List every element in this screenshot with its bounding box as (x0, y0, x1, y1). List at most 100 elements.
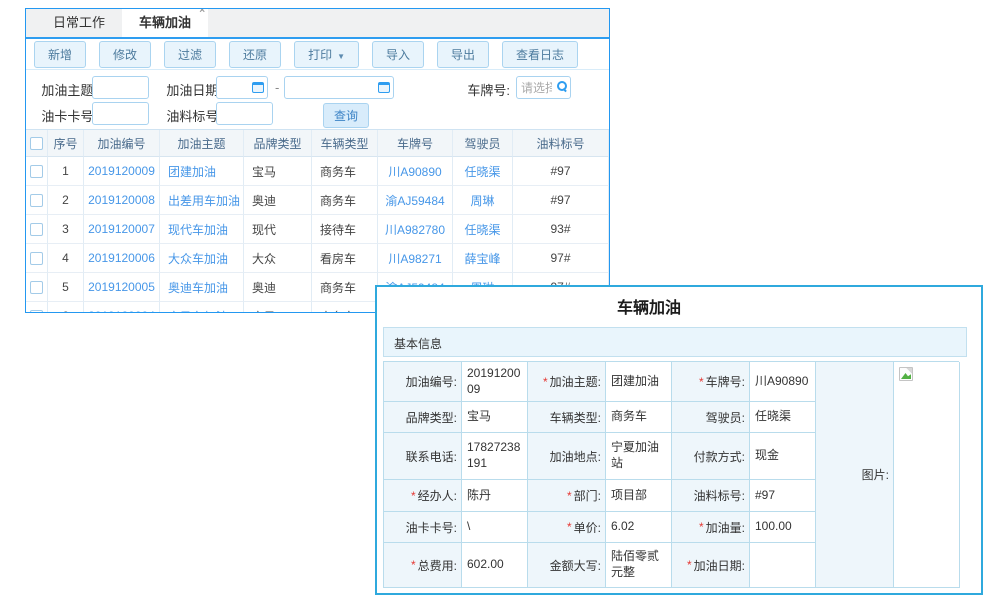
field-value: 团建加油 (606, 362, 672, 402)
field-value: #97 (750, 480, 816, 512)
cell-topic-link[interactable]: 现代车加油 (160, 215, 244, 244)
field-label: *加油日期: (672, 543, 750, 588)
select-all-cell (26, 130, 48, 157)
cell-code-link[interactable]: 2019120006 (84, 244, 160, 273)
tab-vehicle-refuel-label: 车辆加油 (139, 15, 191, 30)
field-label: *加油地点: (528, 433, 606, 480)
col-header-grade: 油料标号 (513, 130, 609, 157)
field-value: 任晓渠 (750, 402, 816, 433)
cell-code-link[interactable]: 2019120004 (84, 302, 160, 313)
topic-input[interactable] (92, 76, 149, 99)
cell-topic-link[interactable]: 宝马车加油 (160, 302, 244, 313)
cell-topic-link[interactable]: 出差用车加油 (160, 186, 244, 215)
close-tab-icon[interactable]: × (199, 8, 205, 16)
calendar-icon[interactable] (252, 82, 264, 93)
select-all-checkbox[interactable] (30, 137, 43, 150)
cell-topic-link[interactable]: 团建加油 (160, 157, 244, 186)
cell-brand: 奥迪 (244, 273, 312, 302)
row-checkbox[interactable] (30, 281, 43, 294)
row-checkbox[interactable] (30, 223, 43, 236)
cell-brand: 奥迪 (244, 186, 312, 215)
import-button[interactable]: 导入 (372, 41, 424, 68)
view-log-button[interactable]: 查看日志 (502, 41, 578, 68)
cell-code-link[interactable]: 2019120007 (84, 215, 160, 244)
print-dropdown-button[interactable]: 打印▼ (294, 41, 359, 68)
card-input[interactable] (92, 102, 149, 125)
cell-grade: 93# (513, 215, 609, 244)
field-label: *联系电话: (384, 433, 462, 480)
vehicle-refuel-list-panel: 日常工作 车辆加油 × 新增 修改 过滤 还原 打印▼ 导入 导出 查看日志 加… (25, 8, 610, 313)
card-label: 油卡卡号: (39, 106, 97, 125)
cell-driver-link[interactable]: 周琳 (453, 186, 513, 215)
cell-plate-link[interactable]: 川A98271 (378, 244, 453, 273)
field-label: *加油量: (672, 512, 750, 543)
field-value: 项目部 (606, 480, 672, 512)
grade-input[interactable] (216, 102, 273, 125)
detail-title: 车辆加油 (377, 299, 981, 319)
toolbar: 新增 修改 过滤 还原 打印▼ 导入 导出 查看日志 (26, 39, 609, 69)
date-range-separator: - (275, 80, 279, 95)
field-value: 商务车 (606, 402, 672, 433)
cell-driver-link[interactable]: 薛宝峰 (453, 244, 513, 273)
cell-brand: 宝马 (244, 302, 312, 313)
cell-driver-link[interactable]: 任晓渠 (453, 157, 513, 186)
basic-info-fieldset: 基本信息 图片: *加油编号: 2019120009 *加油主题: 团建加油 *… (383, 327, 967, 588)
tab-vehicle-refuel[interactable]: 车辆加油 × (122, 8, 208, 37)
field-value: 陆佰零贰元整 (606, 543, 672, 588)
field-label: *车辆类型: (528, 402, 606, 433)
field-label: *加油主题: (528, 362, 606, 402)
cell-brand: 宝马 (244, 157, 312, 186)
required-star: * (567, 489, 572, 503)
add-button[interactable]: 新增 (34, 41, 86, 68)
cell-seq: 6 (48, 302, 84, 313)
cell-plate-link[interactable]: 川A982780 (378, 215, 453, 244)
query-button[interactable]: 查询 (323, 103, 369, 128)
field-value: 6.02 (606, 512, 672, 543)
field-value: 602.00 (462, 543, 528, 588)
field-label: *品牌类型: (384, 402, 462, 433)
table-row-checkbox-cell (26, 273, 48, 302)
field-value: 宁夏加油站 (606, 433, 672, 480)
cell-topic-link[interactable]: 奥迪车加油 (160, 273, 244, 302)
cell-driver-link[interactable]: 任晓渠 (453, 215, 513, 244)
col-header-topic: 加油主题 (160, 130, 244, 157)
plate-label: 车牌号: (464, 80, 510, 99)
table-row-checkbox-cell (26, 157, 48, 186)
row-checkbox[interactable] (30, 310, 43, 314)
table-row-checkbox-cell (26, 215, 48, 244)
cell-plate-link[interactable]: 川A90890 (378, 157, 453, 186)
search-icon[interactable] (557, 81, 566, 90)
row-checkbox[interactable] (30, 194, 43, 207)
required-star: * (699, 375, 704, 389)
cell-seq: 1 (48, 157, 84, 186)
field-label: *车牌号: (672, 362, 750, 402)
required-star: * (699, 520, 704, 534)
cell-code-link[interactable]: 2019120009 (84, 157, 160, 186)
refuel-detail-panel: 车辆加油 基本信息 图片: *加油编号: 2019120009 *加油主题: 团… (375, 285, 983, 595)
export-button[interactable]: 导出 (437, 41, 489, 68)
cell-brand: 大众 (244, 244, 312, 273)
cell-vtype: 商务车 (312, 273, 378, 302)
filter-button[interactable]: 过滤 (164, 41, 216, 68)
edit-button[interactable]: 修改 (99, 41, 151, 68)
field-value: 现金 (750, 433, 816, 480)
calendar-icon[interactable] (378, 82, 390, 93)
col-header-brand: 品牌类型 (244, 130, 312, 157)
cell-plate-link[interactable]: 渝AJ59484 (378, 186, 453, 215)
field-label: *油料标号: (672, 480, 750, 512)
tab-daily-work[interactable]: 日常工作 (36, 8, 122, 37)
cell-grade: 97# (513, 244, 609, 273)
field-label: *金额大写: (528, 543, 606, 588)
field-label: *单价: (528, 512, 606, 543)
restore-button[interactable]: 还原 (229, 41, 281, 68)
field-label: *经办人: (384, 480, 462, 512)
cell-topic-link[interactable]: 大众车加油 (160, 244, 244, 273)
row-checkbox[interactable] (30, 252, 43, 265)
cell-code-link[interactable]: 2019120008 (84, 186, 160, 215)
cell-vtype: 看房车 (312, 244, 378, 273)
tab-bar: 日常工作 车辆加油 × (26, 9, 609, 39)
row-checkbox[interactable] (30, 165, 43, 178)
cell-code-link[interactable]: 2019120005 (84, 273, 160, 302)
cell-seq: 4 (48, 244, 84, 273)
table-row-checkbox-cell (26, 302, 48, 313)
